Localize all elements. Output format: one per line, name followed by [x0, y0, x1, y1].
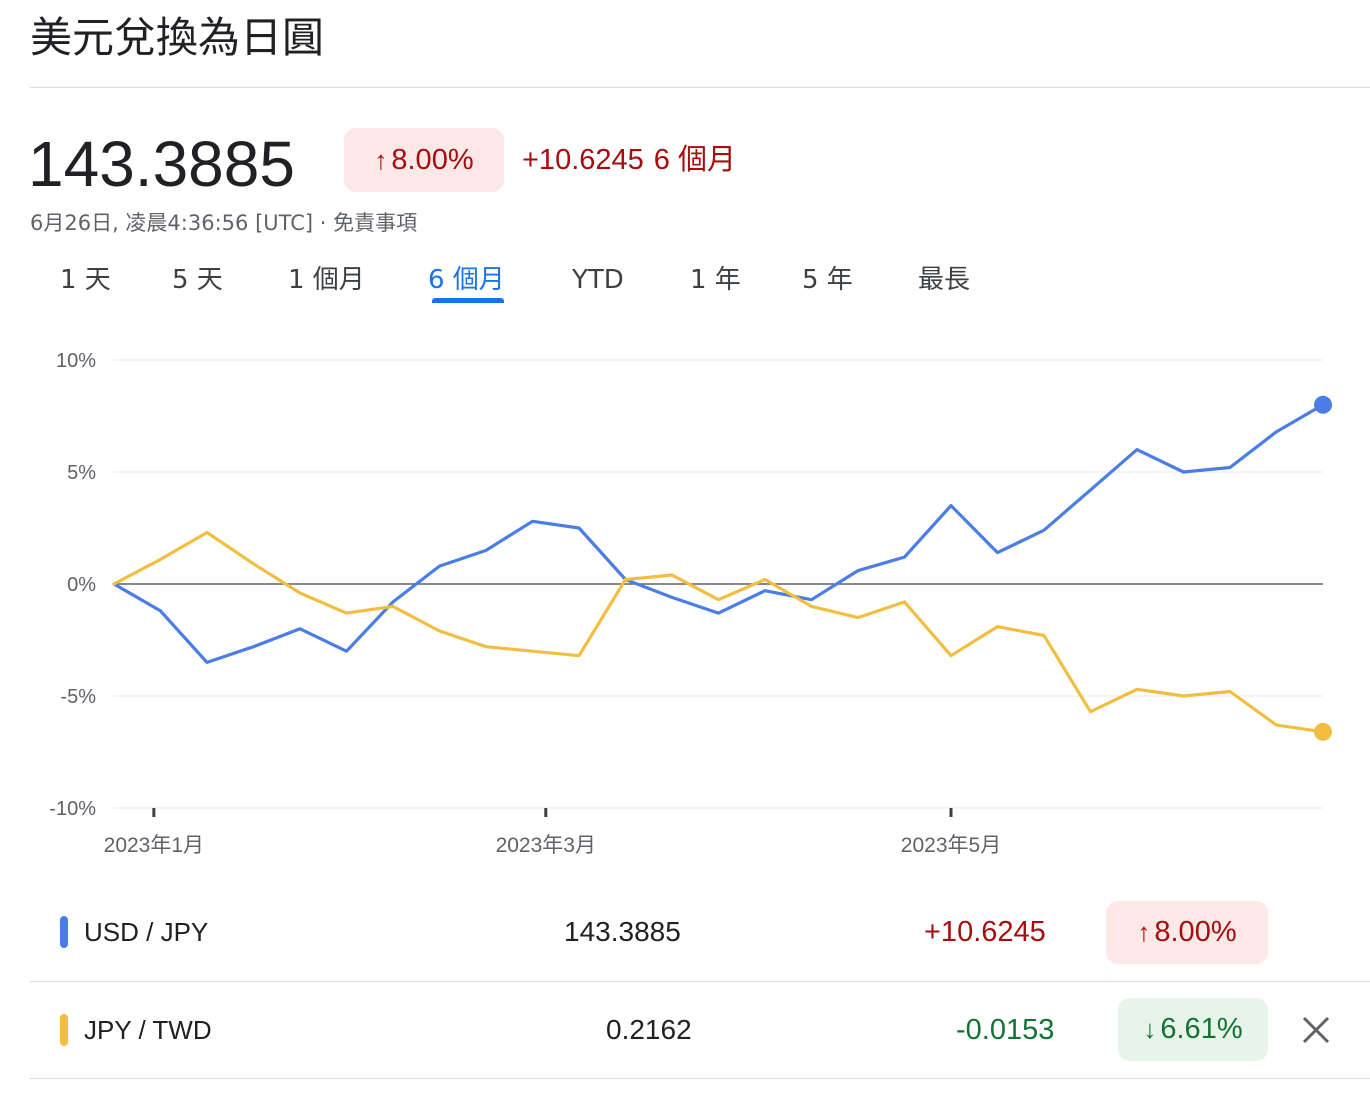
- tab-1-year[interactable]: 1 年: [690, 258, 741, 302]
- pair-name-usd-jpy: USD / JPY: [84, 917, 209, 947]
- pair-percent-jpy-twd: 6.61%: [1160, 1013, 1243, 1045]
- active-tab-indicator: [432, 298, 504, 303]
- chart-series: [112, 395, 1332, 741]
- range-tabs: 1 天 5 天 1 個月 6 個月 YTD 1 年 5 年 最長: [0, 258, 1370, 308]
- tab-max[interactable]: 最長: [918, 258, 970, 302]
- change-period: 6 個月: [653, 144, 736, 176]
- page-title: 美元兌換為日圓: [30, 13, 325, 62]
- comparison-line-chart: 10% 5% 0% -5% -10% 2023年1月 2023年3月 2023年5月: [49, 350, 1332, 857]
- pair-percent-badge-jpy-twd: ↓ 6.61%: [1118, 998, 1268, 1061]
- timestamp: 6月26日, 凌晨4:36:56 [UTC] · 免責事項: [30, 211, 418, 235]
- row-divider: [30, 981, 1370, 982]
- close-icon: [1302, 1016, 1330, 1044]
- tab-5-year[interactable]: 5 年: [802, 258, 853, 302]
- pair-value-usd-jpy: 143.3885: [564, 916, 681, 947]
- y-axis-ticks: 10% 5% 0% -5% -10%: [49, 350, 96, 820]
- x-tick-label: 2023年3月: [496, 834, 596, 857]
- arrow-down-icon: ↓: [1143, 1014, 1157, 1044]
- x-tick-label: 2023年5月: [901, 834, 1001, 857]
- row-divider-bottom: [30, 1078, 1370, 1079]
- chart-grid: [114, 359, 1323, 809]
- y-tick-label: 5%: [67, 462, 96, 484]
- absolute-change: +10.6245 6 個月: [522, 140, 736, 180]
- y-tick-label: 10%: [56, 350, 96, 372]
- tab-1-month[interactable]: 1 個月: [288, 258, 365, 302]
- x-tick-label: 2023年1月: [104, 834, 204, 857]
- tab-ytd[interactable]: YTD: [572, 258, 624, 302]
- pair-name-jpy-twd: JPY / TWD: [84, 1015, 212, 1045]
- legend-swatch-jpy-twd: [60, 1014, 68, 1046]
- legend-swatch-usd-jpy: [60, 916, 68, 948]
- percent-change-badge: ↑ 8.00%: [344, 128, 504, 192]
- absolute-change-value: +10.6245: [522, 144, 644, 176]
- tab-6-month[interactable]: 6 個月: [428, 258, 505, 302]
- pair-value-jpy-twd: 0.2162: [606, 1014, 692, 1045]
- series-line-usd-jpy: [112, 403, 1325, 664]
- y-tick-label: -5%: [60, 686, 96, 708]
- x-axis-ticks: 2023年1月 2023年3月 2023年5月: [104, 808, 1001, 857]
- series-end-marker: [1314, 395, 1332, 414]
- pair-change-jpy-twd: -0.0153: [956, 1014, 1055, 1046]
- pair-percent-badge-usd-jpy: ↑ 8.00%: [1106, 901, 1268, 964]
- tab-1-day[interactable]: 1 天: [60, 258, 111, 302]
- y-tick-label: 0%: [67, 574, 96, 596]
- arrow-up-icon: ↑: [1137, 917, 1151, 947]
- pair-percent-usd-jpy: 8.00%: [1154, 916, 1237, 948]
- pair-change-usd-jpy: +10.6245: [924, 916, 1046, 948]
- series-end-marker: [1314, 722, 1332, 741]
- y-tick-label: -10%: [49, 798, 96, 820]
- percent-change-value: 8.00%: [391, 143, 474, 176]
- remove-comparison-button[interactable]: [1298, 1012, 1334, 1048]
- header-divider: [30, 87, 1370, 88]
- tab-5-day[interactable]: 5 天: [172, 258, 223, 302]
- arrow-up-icon: ↑: [374, 144, 388, 175]
- current-price: 143.3885: [28, 128, 295, 200]
